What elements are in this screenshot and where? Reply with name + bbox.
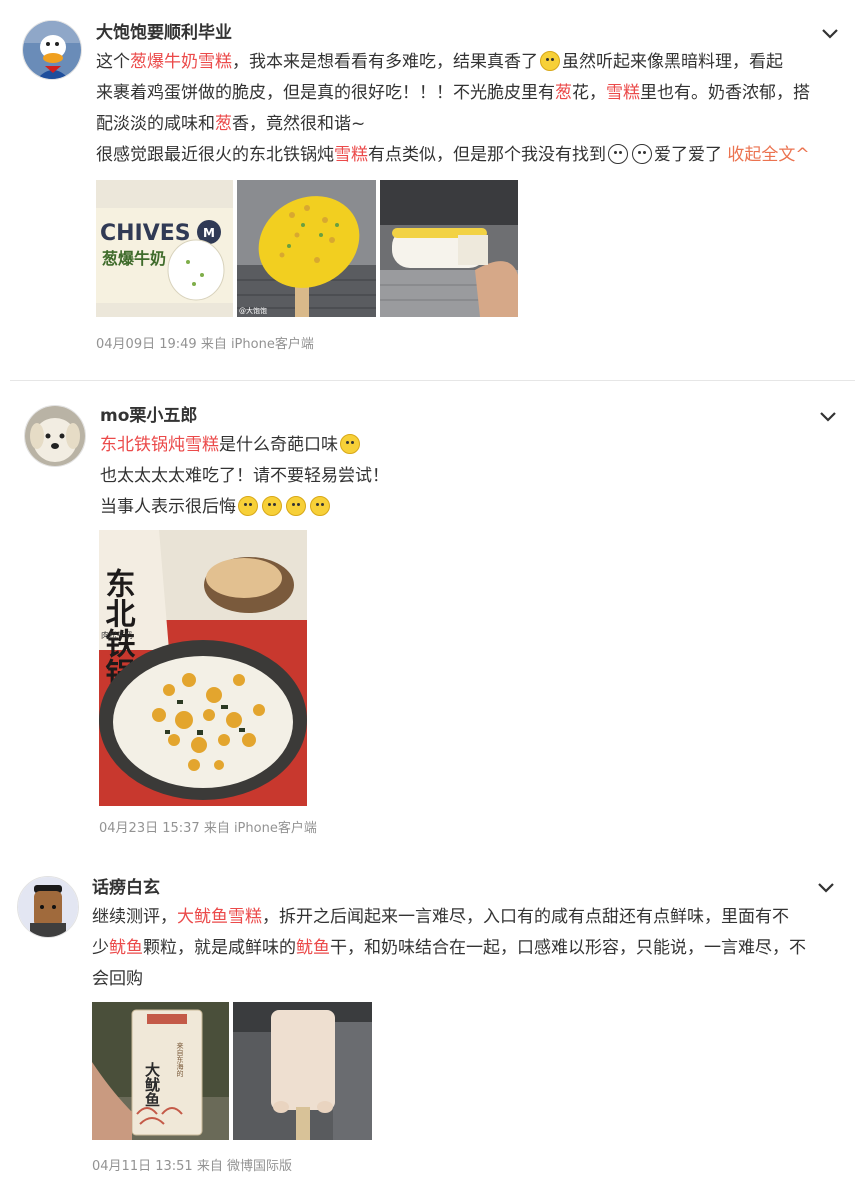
text-segment: 香，竟然很和谐~ — [232, 114, 366, 134]
divider — [10, 380, 855, 381]
post-text: 东北铁锅炖雪糕是什么奇葩口味也太太太太难吃了！请不要轻易尝试！ 当事人表示很后悔 — [100, 430, 389, 523]
post-meta: 04月09日 19:49 来自 iPhone客户端 — [96, 337, 314, 352]
text-line: 会回购 — [92, 964, 806, 995]
text-segment: 会回购 — [92, 969, 143, 989]
pack-sub: 肉松牛奶 — [101, 630, 133, 640]
chevron-down-icon[interactable] — [818, 22, 842, 46]
text-line: 继续测评，大鱿鱼雪糕，拆开之后闻起来一言难尽，入口有的咸有点甜还有点鲜味，里面有… — [92, 902, 806, 933]
post-image-3[interactable] — [380, 180, 518, 317]
text-segment: 配淡淡的咸味和 — [96, 114, 215, 134]
text-segment: 也太太太太难吃了！请不要轻易尝试！ — [100, 466, 389, 486]
highlight-keyword[interactable]: 葱 — [215, 114, 232, 134]
think-emoji-icon — [310, 496, 330, 516]
pack-brand: CHIVES — [100, 221, 191, 246]
post-image-2[interactable] — [233, 1002, 372, 1140]
username[interactable]: 话痨白玄 — [92, 877, 160, 899]
text-line: 来裹着鸡蛋饼做的脆皮，但是真的很好吃！！！不光脆皮里有葱花，雪糕里也有。奶香浓郁… — [96, 78, 810, 109]
ghost-emoji-icon — [632, 144, 652, 164]
text-segment: 来裹着鸡蛋饼做的脆皮，但是真的很好吃！！！不光脆皮里有 — [96, 83, 555, 103]
text-line: 配淡淡的咸味和葱香，竟然很和谐~ — [96, 109, 810, 140]
pack-side: 来自东海的 — [176, 1042, 184, 1078]
sad-emoji-icon — [340, 434, 360, 454]
highlight-keyword[interactable]: 雪糕 — [606, 83, 640, 103]
text-segment: 花， — [572, 83, 606, 103]
think-emoji-icon — [286, 496, 306, 516]
post-text: 这个葱爆牛奶雪糕，我本来是想看看有多难吃，结果真香了 虽然听起来像黑暗料理，看起来… — [96, 47, 810, 171]
text-segment: 这个 — [96, 52, 130, 72]
highlight-keyword[interactable]: 葱爆牛奶雪糕 — [130, 52, 232, 72]
text-segment: 有点类似，但是那个我没有找到 — [368, 145, 606, 165]
highlight-keyword[interactable]: 葱 — [555, 83, 572, 103]
post-text: 继续测评，大鱿鱼雪糕，拆开之后闻起来一言难尽，入口有的咸有点甜还有点鲜味，里面有… — [92, 902, 806, 995]
text-segment: 当事人表示很后悔 — [100, 497, 236, 517]
avatar[interactable] — [17, 876, 79, 938]
text-segment: 里也有。奶香浓郁，搭 — [640, 83, 810, 103]
post-image-1[interactable]: 大鱿鱼 来自东海的 — [92, 1002, 229, 1140]
pack-title: 大鱿鱼 — [143, 1061, 161, 1107]
text-segment: 虽然听起来像黑暗料理，看起 — [562, 52, 783, 72]
highlight-keyword[interactable]: 东北铁锅炖雪糕 — [100, 435, 219, 455]
post-image-1[interactable]: 东北铁锅炖 肉松牛奶 — [99, 530, 307, 806]
text-segment: ，我本来是想看看有多难吃，结果真香了 — [232, 52, 538, 72]
post-meta: 04月11日 13:51 来自 微博国际版 — [92, 1159, 292, 1174]
pack-logo: M — [203, 226, 215, 240]
username[interactable]: mo栗小五郎 — [100, 405, 197, 427]
highlight-keyword[interactable]: 鱿鱼 — [109, 938, 143, 958]
ghost-emoji-icon — [608, 144, 628, 164]
text-line: 少鱿鱼颗粒，就是咸鲜味的鱿鱼干，和奶味结合在一起，口感难以形容，只能说，一言难尽… — [92, 933, 806, 964]
text-line: 这个葱爆牛奶雪糕，我本来是想看看有多难吃，结果真香了 虽然听起来像黑暗料理，看起 — [96, 47, 810, 78]
text-line: 当事人表示很后悔 — [100, 492, 389, 523]
text-segment: ，拆开之后闻起来一言难尽，入口有的咸有点甜还有点鲜味，里面有不 — [262, 907, 789, 927]
username[interactable]: 大饱饱要顺利毕业 — [96, 22, 232, 44]
text-segment: 爱了爱了 — [654, 145, 728, 165]
chevron-down-icon[interactable] — [816, 405, 840, 429]
text-segment: 很感觉跟最近很火的东北铁锅炖 — [96, 145, 334, 165]
collapse-fulltext-link[interactable]: 收起全文^ — [727, 145, 809, 165]
pack-flavor: 葱爆牛奶 — [102, 249, 166, 268]
text-line: 很感觉跟最近很火的东北铁锅炖雪糕有点类似，但是那个我没有找到 爱了爱了 收起全文^ — [96, 140, 810, 171]
text-segment: 继续测评， — [92, 907, 177, 927]
highlight-keyword[interactable]: 大鱿鱼雪糕 — [177, 907, 262, 927]
text-segment: 是什么奇葩口味 — [219, 435, 338, 455]
text-segment: 颗粒，就是咸鲜味的 — [143, 938, 296, 958]
highlight-keyword[interactable]: 雪糕 — [334, 145, 368, 165]
think-emoji-icon — [262, 496, 282, 516]
avatar[interactable] — [22, 20, 82, 80]
text-segment: 干，和奶味结合在一起，口感难以形容，只能说，一言难尽，不 — [330, 938, 806, 958]
post-image-1[interactable]: CHIVES M 葱爆牛奶 — [96, 180, 233, 317]
laugh-cry-emoji-icon — [540, 51, 560, 71]
watermark: @大饱饱 — [239, 306, 267, 315]
post-image-2[interactable]: @大饱饱 — [237, 180, 376, 317]
post-meta: 04月23日 15:37 来自 iPhone客户端 — [99, 821, 317, 836]
text-line: 也太太太太难吃了！请不要轻易尝试！ — [100, 461, 389, 492]
chevron-down-icon[interactable] — [814, 876, 838, 900]
think-emoji-icon — [238, 496, 258, 516]
text-segment: 少 — [92, 938, 109, 958]
highlight-keyword[interactable]: 鱿鱼 — [296, 938, 330, 958]
avatar[interactable] — [24, 405, 86, 467]
text-line: 东北铁锅炖雪糕是什么奇葩口味 — [100, 430, 389, 461]
